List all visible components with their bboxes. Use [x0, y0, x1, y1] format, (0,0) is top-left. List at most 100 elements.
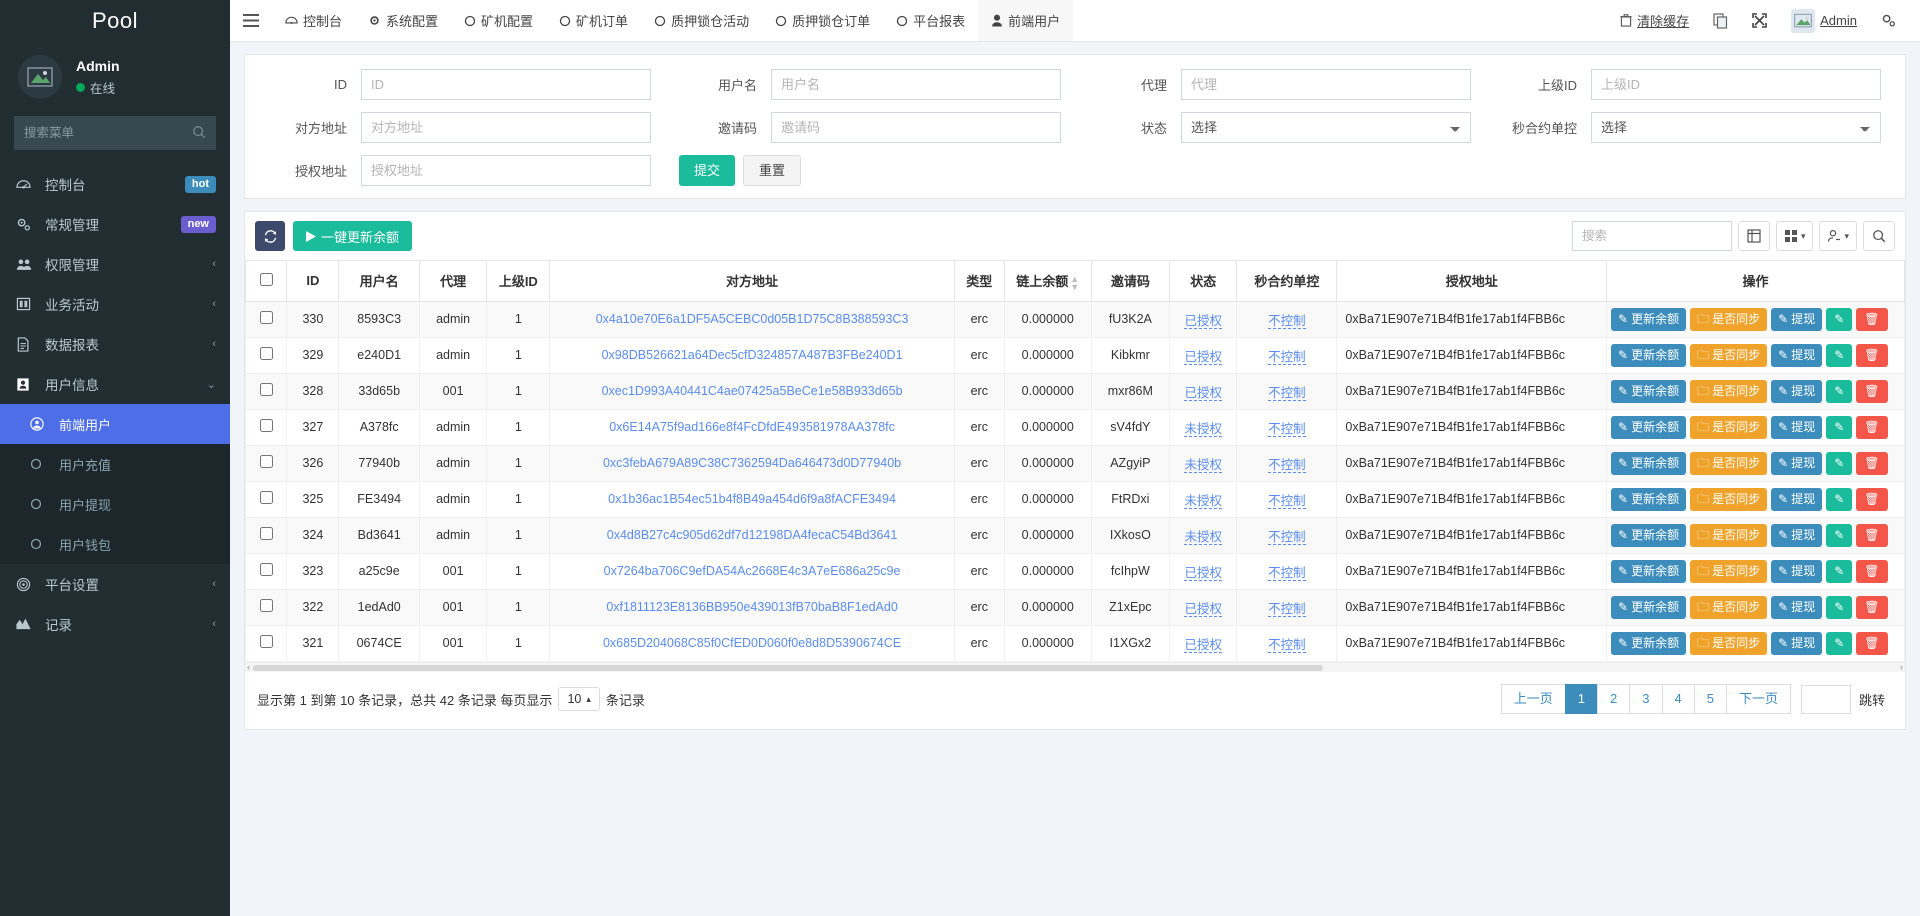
sync-button[interactable]: 🗀 是否同步: [1690, 487, 1768, 511]
select-all-checkbox[interactable]: [259, 272, 273, 286]
update-balance-button[interactable]: ✎ 更新余额: [1611, 451, 1687, 475]
trash-icon[interactable]: 🗑: [1856, 631, 1888, 655]
reset-button[interactable]: 重置: [743, 155, 802, 186]
control-link[interactable]: 不控制: [1268, 637, 1306, 653]
tab-miner-order[interactable]: 矿机订单: [546, 0, 641, 41]
trash-icon[interactable]: 🗑: [1856, 523, 1888, 547]
status-link[interactable]: 已授权: [1184, 313, 1222, 329]
table-row[interactable]: 325 FE3494 admin 1 0x1b36ac1B54ec51b4f8B49a4…: [245, 480, 1905, 518]
agent-input[interactable]: [1181, 69, 1471, 100]
table-search-input[interactable]: [1571, 221, 1732, 251]
sidebar-item-frontend-user[interactable]: 前端用户: [0, 404, 230, 444]
row-checkbox[interactable]: [259, 383, 273, 397]
grid-icon[interactable]: ▾: [1775, 221, 1814, 251]
col-counterparty-address[interactable]: 对方地址: [549, 260, 955, 302]
trash-icon[interactable]: 🗑: [1856, 307, 1888, 331]
status-select[interactable]: 选择: [1181, 112, 1471, 143]
status-link[interactable]: 未授权: [1184, 457, 1222, 473]
control-link[interactable]: 不控制: [1268, 313, 1306, 329]
trash-icon[interactable]: 🗑: [1856, 379, 1888, 403]
col-parent-id[interactable]: 上级ID: [486, 260, 551, 302]
second-contract-control-select[interactable]: 选择: [1591, 112, 1881, 143]
control-link[interactable]: 不控制: [1268, 493, 1306, 509]
sidebar-item-user-info[interactable]: 用户信息 ⌄: [0, 364, 230, 404]
trash-icon[interactable]: 🗑: [1856, 415, 1888, 439]
table-row[interactable]: 324 Bd3641 admin 1 0x4d8B27c4c905d62df7d1219…: [245, 516, 1905, 554]
update-balance-button[interactable]: ✎ 更新余额: [1611, 307, 1687, 331]
prev-page-button[interactable]: 上一页: [1500, 684, 1566, 715]
col-type[interactable]: 类型: [953, 260, 1005, 302]
sync-button[interactable]: 🗀 是否同步: [1690, 559, 1768, 583]
row-checkbox[interactable]: [259, 311, 273, 325]
status-link[interactable]: 已授权: [1184, 637, 1222, 653]
table-row[interactable]: 323 a25c9e 001 1 0x7264ba706C9efDA54Ac2668E4…: [245, 552, 1905, 590]
counterparty-address-link[interactable]: 0x4d8B27c4c905d62df7d12198DA4fecaC54Bd36…: [607, 528, 898, 542]
update-balance-button[interactable]: ✎ 更新余额: [1611, 559, 1687, 583]
sidebar-item-dashboard[interactable]: 控制台 hot: [0, 164, 230, 204]
row-checkbox[interactable]: [259, 419, 273, 433]
status-link[interactable]: 已授权: [1184, 385, 1222, 401]
pencil-icon[interactable]: ✎: [1826, 595, 1853, 619]
counterparty-address-link[interactable]: 0xc3febA679A89C38C7362594Da646473d0D7794…: [603, 456, 901, 470]
col-id[interactable]: ID: [286, 260, 340, 302]
status-link[interactable]: 未授权: [1184, 529, 1222, 545]
search-icon[interactable]: [1863, 221, 1895, 251]
update-balance-button[interactable]: ✎ 更新余额: [1611, 595, 1687, 619]
export-icon[interactable]: ▾: [1819, 221, 1857, 251]
tab-stake-order[interactable]: 质押锁仓订单: [762, 0, 883, 41]
trash-icon[interactable]: 🗑: [1856, 487, 1888, 511]
withdraw-button[interactable]: ✎ 提现: [1771, 523, 1823, 547]
sync-button[interactable]: 🗀 是否同步: [1690, 595, 1768, 619]
control-link[interactable]: 不控制: [1268, 601, 1306, 617]
page-button-2[interactable]: 2: [1597, 684, 1631, 715]
pencil-icon[interactable]: ✎: [1826, 451, 1853, 475]
refresh-icon[interactable]: [255, 221, 285, 251]
username-input[interactable]: [771, 69, 1061, 100]
columns-icon[interactable]: [1737, 221, 1770, 251]
expand-icon[interactable]: [1740, 0, 1779, 42]
counterparty-address-link[interactable]: 0x1b36ac1B54ec51b4f8B49a454d6f9a8fACFE34…: [608, 492, 896, 506]
pencil-icon[interactable]: ✎: [1826, 343, 1853, 367]
jump-button[interactable]: 跳转: [1851, 684, 1893, 715]
sidebar-item-general-management[interactable]: 常规管理 new: [0, 204, 230, 244]
clear-cache-button[interactable]: 清除缓存: [1608, 0, 1701, 42]
table-row[interactable]: 327 A378fc admin 1 0x6E14A75f9ad166e8f4FcDfd…: [245, 408, 1905, 446]
pencil-icon[interactable]: ✎: [1826, 379, 1853, 403]
row-checkbox[interactable]: [259, 527, 273, 541]
sidebar-item-user-recharge[interactable]: 用户充值: [0, 444, 230, 484]
sidebar-item-user-wallet[interactable]: 用户钱包: [0, 524, 230, 564]
update-balance-button[interactable]: ✎ 更新余额: [1611, 631, 1687, 655]
counterparty-address-link[interactable]: 0xec1D993A40441C4ae07425a5BeCe1e58B933d6…: [602, 384, 903, 398]
sync-button[interactable]: 🗀 是否同步: [1690, 451, 1768, 475]
control-link[interactable]: 不控制: [1268, 421, 1306, 437]
withdraw-button[interactable]: ✎ 提现: [1771, 631, 1823, 655]
trash-icon[interactable]: 🗑: [1856, 559, 1888, 583]
withdraw-button[interactable]: ✎ 提现: [1771, 595, 1823, 619]
withdraw-button[interactable]: ✎ 提现: [1771, 559, 1823, 583]
scroll-right-icon[interactable]: ›: [1900, 662, 1903, 672]
topbar-user-menu[interactable]: Admin: [1779, 0, 1869, 42]
sync-button[interactable]: 🗀 是否同步: [1690, 307, 1768, 331]
withdraw-button[interactable]: ✎ 提现: [1771, 307, 1823, 331]
update-balance-button[interactable]: ✎ 更新余额: [1611, 343, 1687, 367]
invite-code-input[interactable]: [771, 112, 1061, 143]
row-checkbox[interactable]: [259, 491, 273, 505]
sync-button[interactable]: 🗀 是否同步: [1690, 415, 1768, 439]
col-second-contract-control[interactable]: 秒合约单控: [1236, 260, 1338, 302]
sync-button[interactable]: 🗀 是否同步: [1690, 343, 1768, 367]
auth-address-input[interactable]: [361, 155, 651, 186]
sidebar-item-platform-settings[interactable]: 平台设置 ‹: [0, 564, 230, 604]
table-row[interactable]: 329 e240D1 admin 1 0x98DB526621a64Dec5cfD324…: [245, 336, 1905, 374]
control-link[interactable]: 不控制: [1268, 529, 1306, 545]
tab-platform-report[interactable]: 平台报表: [883, 0, 978, 41]
counterparty-address-link[interactable]: 0x685D204068C85f0CfED0D060f0e8d8D5390674…: [603, 636, 901, 650]
table-row[interactable]: 322 1edAd0 001 1 0xf1811123E8136BB950e439013…: [245, 588, 1905, 626]
update-balance-button[interactable]: ✎ 更新余额: [1611, 487, 1687, 511]
table-row[interactable]: 321 0674CE 001 1 0x685D204068C85f0CfED0D060f…: [245, 624, 1905, 662]
jump-page-input[interactable]: [1800, 684, 1851, 714]
horizontal-scrollbar[interactable]: ‹ ›: [245, 661, 1905, 672]
copy-icon[interactable]: [1701, 0, 1740, 42]
tab-stake-activity[interactable]: 质押锁仓活动: [641, 0, 762, 41]
pencil-icon[interactable]: ✎: [1826, 487, 1853, 511]
gears-icon[interactable]: [1869, 0, 1908, 42]
